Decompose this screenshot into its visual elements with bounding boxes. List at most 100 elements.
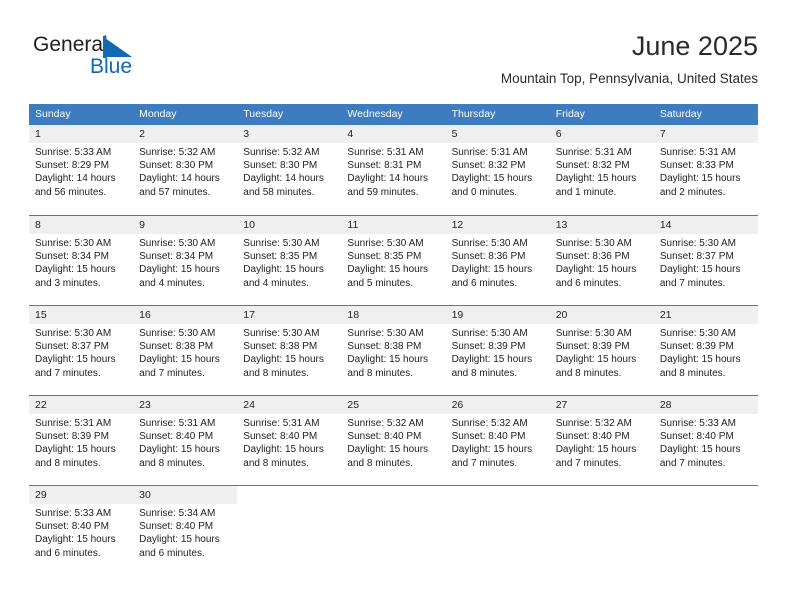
day-details: Sunrise: 5:30 AM Sunset: 8:38 PM Dayligh…	[341, 324, 445, 380]
sunrise-line: Sunrise: 5:34 AM	[139, 508, 216, 519]
sunrise-line: Sunrise: 5:33 AM	[35, 508, 112, 519]
daylight-line-2: and 4 minutes.	[139, 277, 205, 289]
day-cell[interactable]: 13 Sunrise: 5:30 AM Sunset: 8:36 PM Dayl…	[549, 216, 654, 305]
daylight-line-1: Daylight: 15 hours	[139, 444, 220, 456]
sunrise-line: Sunrise: 5:31 AM	[555, 147, 632, 158]
daylight-line-2: and 7 minutes.	[451, 457, 518, 469]
day-cell[interactable]: 24 Sunrise: 5:31 AM Sunset: 8:40 PM Dayl…	[237, 396, 342, 485]
daylight-line-2: and 6 minutes.	[139, 547, 205, 559]
day-cell[interactable]: 6 Sunrise: 5:31 AM Sunset: 8:32 PM Dayli…	[549, 125, 654, 215]
day-number-band	[446, 486, 550, 504]
day-number-band: 3	[237, 125, 342, 143]
day-cell[interactable]: 23 Sunrise: 5:31 AM Sunset: 8:40 PM Dayl…	[133, 396, 238, 485]
day-details: Sunrise: 5:30 AM Sunset: 8:39 PM Dayligh…	[654, 324, 758, 380]
sunrise-line: Sunrise: 5:30 AM	[451, 328, 528, 339]
day-number-band: 8	[29, 216, 134, 234]
day-cell[interactable]: 10 Sunrise: 5:30 AM Sunset: 8:35 PM Dayl…	[237, 216, 342, 305]
day-cell[interactable]: 12 Sunrise: 5:30 AM Sunset: 8:36 PM Dayl…	[445, 216, 550, 305]
sunrise-line: Sunrise: 5:33 AM	[659, 418, 736, 429]
day-number-band: 29	[29, 486, 134, 504]
day-number-band: 1	[29, 125, 134, 143]
day-cell[interactable]: 4 Sunrise: 5:31 AM Sunset: 8:31 PM Dayli…	[341, 125, 446, 215]
sunrise-line: Sunrise: 5:33 AM	[35, 147, 112, 158]
day-cell[interactable]: 21 Sunrise: 5:30 AM Sunset: 8:39 PM Dayl…	[653, 306, 758, 395]
day-number: 19	[451, 309, 464, 321]
day-cell[interactable]: 14 Sunrise: 5:30 AM Sunset: 8:37 PM Dayl…	[653, 216, 758, 305]
day-cell[interactable]: 15 Sunrise: 5:30 AM Sunset: 8:37 PM Dayl…	[29, 306, 134, 395]
day-cell[interactable]: 8 Sunrise: 5:30 AM Sunset: 8:34 PM Dayli…	[29, 216, 134, 305]
day-cell[interactable]: 1 Sunrise: 5:33 AM Sunset: 8:29 PM Dayli…	[29, 125, 134, 215]
general-blue-logo[interactable]: General Blue	[33, 34, 153, 80]
day-cell[interactable]: 16 Sunrise: 5:30 AM Sunset: 8:38 PM Dayl…	[133, 306, 238, 395]
day-cell[interactable]: 30 Sunrise: 5:34 AM Sunset: 8:40 PM Dayl…	[133, 486, 238, 575]
day-number: 5	[451, 128, 458, 140]
day-number: 4	[347, 128, 354, 140]
daylight-line-1: Daylight: 15 hours	[451, 173, 533, 185]
day-number: 27	[555, 399, 568, 411]
daylight-line-2: and 8 minutes.	[451, 367, 518, 379]
day-details: Sunrise: 5:31 AM Sunset: 8:39 PM Dayligh…	[29, 414, 133, 470]
sunset-line: Sunset: 8:33 PM	[659, 160, 734, 172]
sunset-line: Sunset: 8:40 PM	[555, 431, 630, 443]
day-cell[interactable]: 3 Sunrise: 5:32 AM Sunset: 8:30 PM Dayli…	[237, 125, 342, 215]
daylight-line-1: Daylight: 15 hours	[243, 354, 324, 366]
weekday-header-thursday: Thursday	[451, 108, 496, 120]
day-cell[interactable]: 27 Sunrise: 5:32 AM Sunset: 8:40 PM Dayl…	[549, 396, 654, 485]
day-cell[interactable]: 26 Sunrise: 5:32 AM Sunset: 8:40 PM Dayl…	[445, 396, 550, 485]
day-cell[interactable]: 5 Sunrise: 5:31 AM Sunset: 8:32 PM Dayli…	[445, 125, 550, 215]
daylight-line-2: and 8 minutes.	[243, 457, 309, 469]
day-cell[interactable]: 7 Sunrise: 5:31 AM Sunset: 8:33 PM Dayli…	[653, 125, 758, 215]
day-details: Sunrise: 5:30 AM Sunset: 8:37 PM Dayligh…	[29, 324, 133, 380]
daylight-line-1: Daylight: 15 hours	[451, 264, 533, 276]
day-cell[interactable]: 17 Sunrise: 5:30 AM Sunset: 8:38 PM Dayl…	[237, 306, 342, 395]
day-number-band	[341, 486, 445, 504]
day-details: Sunrise: 5:30 AM Sunset: 8:35 PM Dayligh…	[341, 234, 445, 290]
sunrise-line: Sunrise: 5:32 AM	[243, 147, 320, 158]
day-cell[interactable]: 2 Sunrise: 5:32 AM Sunset: 8:30 PM Dayli…	[133, 125, 238, 215]
daylight-line-1: Daylight: 15 hours	[555, 444, 637, 456]
day-number: 9	[139, 219, 145, 231]
weekday-header-tuesday: Tuesday	[243, 108, 284, 120]
day-cell[interactable]: 18 Sunrise: 5:30 AM Sunset: 8:38 PM Dayl…	[341, 306, 446, 395]
daylight-line-2: and 7 minutes.	[659, 457, 726, 469]
day-number: 25	[347, 399, 360, 411]
day-cell[interactable]: 28 Sunrise: 5:33 AM Sunset: 8:40 PM Dayl…	[653, 396, 758, 485]
day-cell[interactable]: 9 Sunrise: 5:30 AM Sunset: 8:34 PM Dayli…	[133, 216, 238, 305]
day-cell[interactable]: 25 Sunrise: 5:32 AM Sunset: 8:40 PM Dayl…	[341, 396, 446, 485]
day-number-band: 27	[549, 396, 654, 414]
weekday-header-monday: Monday	[139, 108, 177, 120]
sunset-line: Sunset: 8:40 PM	[139, 431, 214, 443]
sunset-line: Sunset: 8:38 PM	[347, 341, 422, 353]
daylight-line-1: Daylight: 15 hours	[659, 264, 741, 276]
day-number: 15	[35, 309, 47, 321]
day-details: Sunrise: 5:31 AM Sunset: 8:32 PM Dayligh…	[550, 143, 654, 199]
daylight-line-2: and 7 minutes.	[555, 457, 622, 469]
daylight-line-1: Daylight: 14 hours	[35, 173, 116, 185]
day-details: Sunrise: 5:32 AM Sunset: 8:40 PM Dayligh…	[446, 414, 550, 470]
day-number: 1	[35, 128, 41, 140]
page-title: June 2025	[631, 31, 758, 61]
sunset-line: Sunset: 8:39 PM	[35, 431, 109, 443]
day-cell[interactable]: 11 Sunrise: 5:30 AM Sunset: 8:35 PM Dayl…	[341, 216, 446, 305]
day-number-band: 6	[549, 125, 654, 143]
sunset-line: Sunset: 8:39 PM	[451, 341, 526, 353]
day-number: 7	[659, 128, 666, 140]
sunset-line: Sunset: 8:39 PM	[555, 341, 630, 353]
day-cell[interactable]: 20 Sunrise: 5:30 AM Sunset: 8:39 PM Dayl…	[549, 306, 654, 395]
daylight-line-1: Daylight: 15 hours	[555, 354, 637, 366]
day-number: 28	[659, 399, 672, 411]
day-number-band: 13	[549, 216, 654, 234]
weekday-header-sunday: Sunday	[35, 108, 71, 120]
day-cell[interactable]: 29 Sunrise: 5:33 AM Sunset: 8:40 PM Dayl…	[29, 486, 134, 575]
day-number-band: 14	[653, 216, 758, 234]
day-cell[interactable]: 22 Sunrise: 5:31 AM Sunset: 8:39 PM Dayl…	[29, 396, 134, 485]
day-details: Sunrise: 5:30 AM Sunset: 8:37 PM Dayligh…	[654, 234, 758, 290]
day-number: 10	[243, 219, 255, 231]
day-number-band: 5	[445, 125, 550, 143]
location-subtitle: Mountain Top, Pennsylvania, United State…	[500, 71, 758, 86]
day-cell[interactable]: 19 Sunrise: 5:30 AM Sunset: 8:39 PM Dayl…	[445, 306, 550, 395]
daylight-line-1: Daylight: 14 hours	[347, 173, 429, 185]
daylight-line-2: and 1 minute.	[555, 186, 617, 198]
day-number: 26	[451, 399, 464, 411]
day-details: Sunrise: 5:31 AM Sunset: 8:40 PM Dayligh…	[237, 414, 341, 470]
